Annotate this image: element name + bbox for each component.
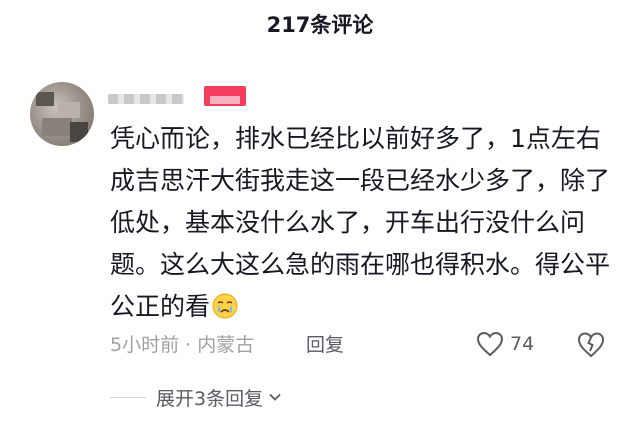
expand-replies-button[interactable]: 展开3条回复 xyxy=(110,383,283,411)
broken-heart-icon[interactable] xyxy=(576,329,606,359)
like-count: 74 xyxy=(510,333,535,355)
username-obscured[interactable] xyxy=(108,94,184,104)
reply-button[interactable]: 回复 xyxy=(306,332,344,358)
expand-replies-label: 展开3条回复 xyxy=(156,387,264,410)
comment-body: 凭心而论，排水已经比以前好多了，1点左右成吉思汗大街我走这一段已经水少多了，除了… xyxy=(110,118,610,328)
divider xyxy=(110,396,146,398)
like-button[interactable]: 74 xyxy=(476,329,534,359)
user-badge-obscured xyxy=(204,86,246,106)
comment-time-location: 5小时前 · 内蒙古 xyxy=(110,334,255,356)
chevron-down-icon xyxy=(269,393,281,401)
comments-count-title: 217条评论 xyxy=(266,13,374,37)
avatar[interactable] xyxy=(30,82,94,146)
crying-face-icon xyxy=(212,293,238,319)
heart-icon xyxy=(476,331,504,357)
comment-text: 凭心而论，排水已经比以前好多了，1点左右成吉思汗大街我走这一段已经水少多了，除了… xyxy=(110,124,611,321)
